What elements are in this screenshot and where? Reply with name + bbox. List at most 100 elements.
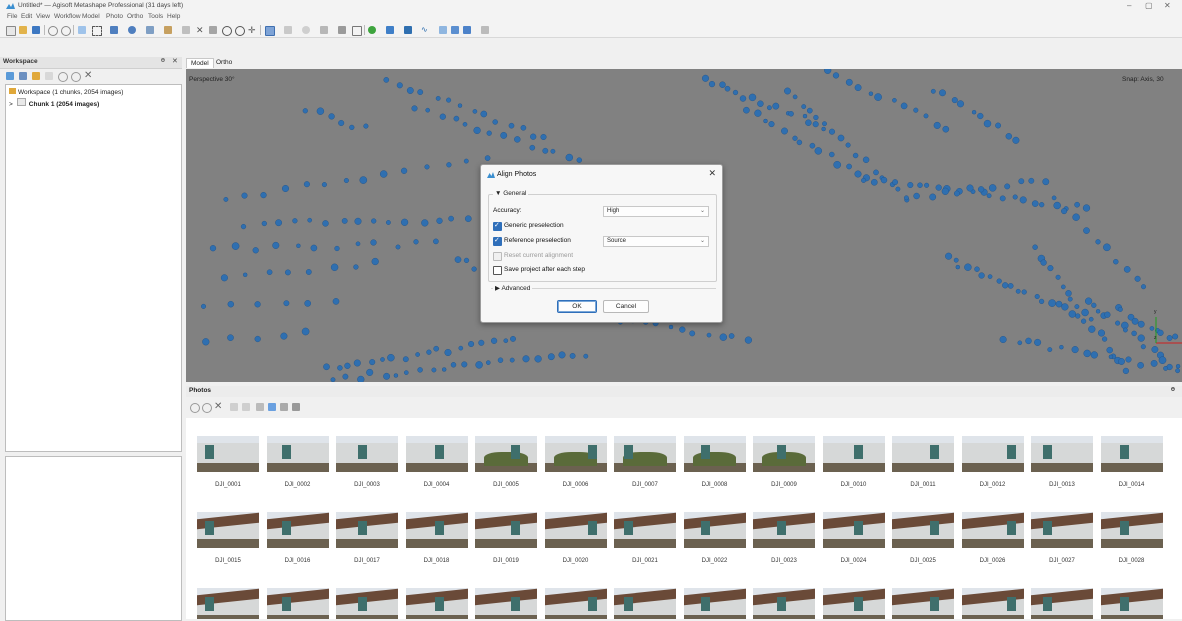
menu-help[interactable]: Help bbox=[167, 13, 180, 20]
photo-thumbnail[interactable] bbox=[405, 512, 468, 548]
chart-icon[interactable] bbox=[182, 26, 190, 34]
photo-thumbnail[interactable] bbox=[544, 436, 607, 472]
add-chunk-icon[interactable] bbox=[6, 72, 14, 80]
add-photos-icon[interactable] bbox=[19, 72, 27, 80]
menu-ortho[interactable]: Ortho bbox=[127, 13, 143, 20]
photo-thumbnail[interactable] bbox=[336, 436, 398, 472]
menu-edit[interactable]: Edit bbox=[21, 13, 32, 20]
photo-thumbnail[interactable] bbox=[822, 512, 885, 548]
photo-thumbnail[interactable] bbox=[892, 512, 954, 548]
large-icons-icon[interactable] bbox=[268, 403, 276, 411]
tree-chunk-item[interactable]: > Chunk 1 (2054 images) bbox=[9, 98, 99, 108]
move-object-icon[interactable] bbox=[110, 26, 118, 34]
rotate-object-icon[interactable] bbox=[128, 26, 136, 34]
cancel-button[interactable]: Cancel bbox=[603, 300, 649, 313]
close-icon[interactable]: ✕ bbox=[1164, 1, 1171, 10]
photo-thumbnail[interactable] bbox=[683, 436, 746, 472]
minimize-icon[interactable]: – bbox=[1127, 1, 1131, 10]
chevron-right-icon[interactable]: > bbox=[9, 101, 13, 108]
tab-ortho[interactable]: Ortho bbox=[212, 58, 236, 67]
photo-thumbnail[interactable] bbox=[405, 588, 468, 619]
photo-thumbnail[interactable] bbox=[266, 588, 329, 619]
photo-thumbnail[interactable] bbox=[1100, 588, 1163, 619]
photo-thumbnail[interactable] bbox=[753, 436, 815, 472]
print-icon[interactable] bbox=[481, 26, 489, 34]
menu-model[interactable]: Model bbox=[82, 13, 100, 20]
photo-thumbnail[interactable] bbox=[614, 436, 676, 472]
pane-close-icon[interactable]: ✕ bbox=[172, 57, 178, 65]
show-markers-icon[interactable] bbox=[386, 26, 394, 34]
dense-cloud-icon[interactable] bbox=[284, 26, 292, 34]
advanced-toggle[interactable]: ▶ Advanced bbox=[493, 284, 533, 292]
remove-items-icon[interactable]: ✕ bbox=[84, 70, 92, 81]
save-project-checkbox[interactable] bbox=[493, 266, 502, 275]
photo-thumbnail[interactable] bbox=[1031, 588, 1093, 619]
menu-tools[interactable]: Tools bbox=[148, 13, 163, 20]
general-legend[interactable]: ▼ General bbox=[493, 190, 529, 197]
photo-thumbnail[interactable] bbox=[1031, 436, 1093, 472]
photo-thumbnail[interactable] bbox=[892, 588, 954, 619]
details-view-icon[interactable] bbox=[292, 403, 300, 411]
restore-icon[interactable]: ▢ bbox=[1145, 1, 1153, 10]
photo-thumbnail[interactable] bbox=[1100, 512, 1163, 548]
save-icon[interactable] bbox=[32, 26, 40, 34]
photo-thumbnail[interactable] bbox=[475, 588, 537, 619]
navigation-icon[interactable] bbox=[78, 26, 86, 34]
show-region-icon[interactable] bbox=[404, 26, 412, 34]
close-icon[interactable]: ✕ bbox=[708, 168, 716, 179]
remove-photo-icon[interactable]: ✕ bbox=[214, 401, 222, 412]
tab-model[interactable]: Model bbox=[186, 58, 214, 68]
photo-thumbnail[interactable] bbox=[683, 512, 746, 548]
grid-view-icon[interactable] bbox=[463, 26, 471, 34]
pane-float-icon[interactable]: ɵ bbox=[161, 57, 165, 64]
photo-thumbnail[interactable] bbox=[405, 436, 468, 472]
crop-selection-icon[interactable] bbox=[209, 26, 217, 34]
photo-thumbnail[interactable] bbox=[544, 512, 607, 548]
model-shaded-icon[interactable] bbox=[302, 26, 310, 34]
menu-workflow[interactable]: Workflow bbox=[54, 13, 81, 20]
ok-button[interactable]: OK bbox=[557, 300, 597, 313]
reference-preselection-select[interactable]: Source ⌄ bbox=[603, 236, 709, 247]
show-cameras-icon[interactable] bbox=[352, 26, 362, 36]
photo-thumbnail[interactable] bbox=[614, 512, 676, 548]
filter-icon[interactable] bbox=[256, 403, 264, 411]
delete-selection-icon[interactable]: ✕ bbox=[196, 26, 204, 35]
redo-icon[interactable] bbox=[61, 26, 71, 36]
undo-icon[interactable] bbox=[48, 26, 58, 36]
show-scalebars-icon[interactable] bbox=[439, 26, 447, 34]
ruler-icon[interactable] bbox=[146, 26, 154, 34]
photo-thumbnail[interactable] bbox=[1100, 436, 1163, 472]
photo-thumbnail[interactable] bbox=[197, 436, 259, 472]
rectangle-selection-icon[interactable] bbox=[92, 26, 102, 36]
menu-photo[interactable]: Photo bbox=[106, 13, 123, 20]
photo-thumbnail[interactable] bbox=[961, 436, 1024, 472]
photo-thumbnail[interactable] bbox=[336, 588, 398, 619]
photo-thumbnail[interactable] bbox=[197, 588, 259, 619]
photo-thumbnail[interactable] bbox=[753, 588, 815, 619]
zoom-in-icon[interactable] bbox=[222, 26, 232, 36]
menu-view[interactable]: View bbox=[36, 13, 50, 20]
photo-thumbnail[interactable] bbox=[822, 436, 885, 472]
disable-photo-icon[interactable] bbox=[202, 403, 212, 413]
photo-thumbnail[interactable] bbox=[266, 512, 329, 548]
photo-thumbnail[interactable] bbox=[683, 588, 746, 619]
flag-icon[interactable] bbox=[451, 26, 459, 34]
photo-thumbnail[interactable] bbox=[822, 588, 885, 619]
pane-float-icon[interactable]: ɵ bbox=[1171, 386, 1175, 393]
photo-thumbnail[interactable] bbox=[892, 436, 954, 472]
photo-thumbnail[interactable] bbox=[336, 512, 398, 548]
enable-photo-icon[interactable] bbox=[190, 403, 200, 413]
reset-view-icon[interactable]: ✛ bbox=[248, 26, 256, 35]
disable-icon[interactable] bbox=[71, 72, 81, 82]
accuracy-select[interactable]: High ⌄ bbox=[603, 206, 709, 217]
point-cloud-icon[interactable] bbox=[265, 26, 275, 36]
photo-thumbnail[interactable] bbox=[961, 512, 1024, 548]
globe-icon[interactable] bbox=[368, 26, 376, 34]
photo-thumbnail[interactable] bbox=[197, 512, 259, 548]
open-folder-icon[interactable] bbox=[19, 26, 27, 34]
photo-thumbnail[interactable] bbox=[544, 588, 607, 619]
add-folder-icon[interactable] bbox=[32, 72, 40, 80]
photo-thumbnail[interactable] bbox=[614, 588, 676, 619]
generic-preselection-checkbox[interactable] bbox=[493, 221, 502, 231]
tree-root-item[interactable]: Workspace (1 chunks, 2054 images) bbox=[9, 88, 123, 96]
